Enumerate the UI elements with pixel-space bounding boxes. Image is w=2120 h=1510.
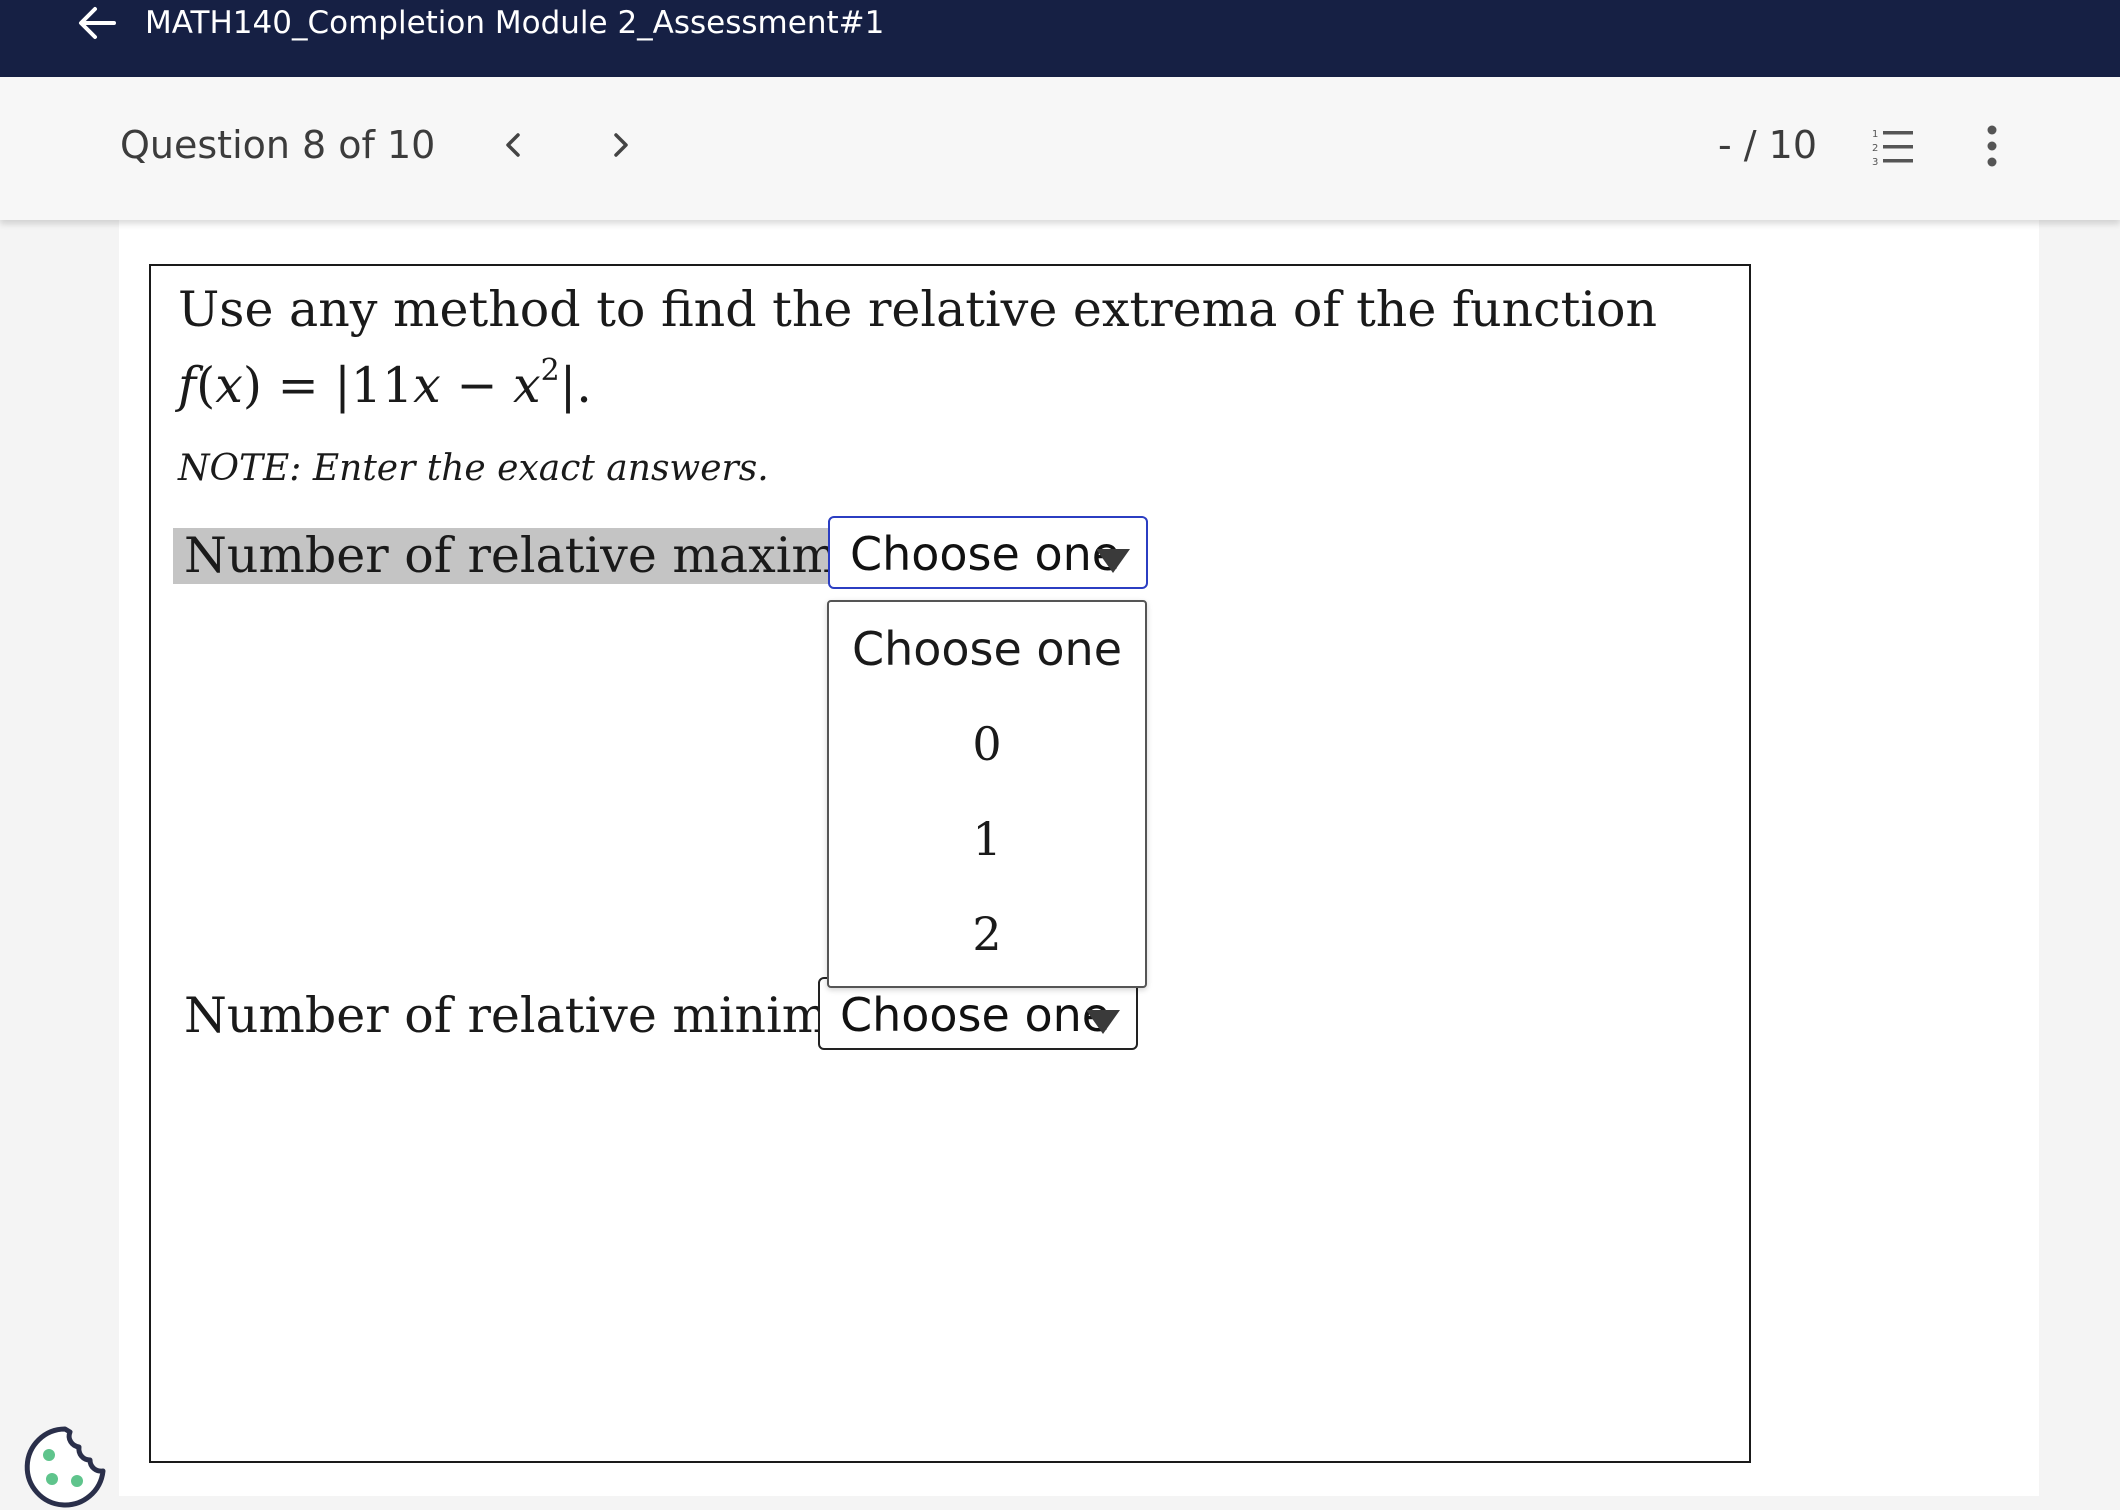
function-formula: f(x) = |11x − x2|. xyxy=(178,356,592,416)
formula-equals: = xyxy=(262,357,335,414)
question-frame: Use any method to find the relative extr… xyxy=(149,264,1751,1463)
question-counter: Question 8 of 10 xyxy=(120,123,436,167)
svg-text:1: 1 xyxy=(1872,129,1878,140)
formula-argument: x xyxy=(215,357,243,414)
caret-down-icon xyxy=(1096,549,1130,573)
numbered-list-icon: 1 2 3 xyxy=(1872,129,1913,167)
cookie-icon xyxy=(24,1426,106,1508)
chevron-right-icon xyxy=(614,133,628,157)
formula-open-paren: ( xyxy=(196,357,216,414)
arrow-left-icon xyxy=(79,7,116,39)
chevron-left-icon xyxy=(506,133,520,157)
dropdown-option[interactable]: 1 xyxy=(829,794,1145,884)
caret-down-icon xyxy=(1086,1010,1120,1034)
formula-abs-open: | xyxy=(334,357,351,414)
maxima-select[interactable]: Choose one xyxy=(828,516,1148,589)
more-options-button[interactable] xyxy=(1976,123,2008,169)
assessment-title: MATH140_Completion Module 2_Assessment#1 xyxy=(145,5,885,41)
formula-close-paren: ) xyxy=(242,357,263,414)
dropdown-option[interactable]: Choose one xyxy=(829,604,1145,694)
formula-period: . xyxy=(576,357,592,414)
answer-note: NOTE: Enter the exact answers. xyxy=(178,448,769,489)
formula-variable: x xyxy=(413,357,441,414)
formula-exponent: 2 xyxy=(540,353,560,388)
next-question-button[interactable] xyxy=(600,125,640,165)
more-vertical-icon xyxy=(1987,125,1997,167)
maxima-select-value: Choose one xyxy=(850,527,1121,581)
formula-function-name: f xyxy=(178,357,197,414)
dropdown-option[interactable]: 0 xyxy=(829,699,1145,789)
minima-select-value: Choose one xyxy=(840,988,1111,1042)
formula-coefficient: 11 xyxy=(350,357,414,414)
svg-text:2: 2 xyxy=(1872,143,1878,154)
question-nav-bar: Question 8 of 10 - / 10 1 2 3 xyxy=(0,77,2120,220)
previous-question-button[interactable] xyxy=(494,125,534,165)
svg-text:3: 3 xyxy=(1872,157,1878,167)
back-button[interactable] xyxy=(74,2,120,44)
formula-minus: − xyxy=(440,357,513,414)
formula-abs-close: | xyxy=(559,357,577,414)
score-display: - / 10 xyxy=(1718,123,1818,167)
top-header-bar: MATH140_Completion Module 2_Assessment#1 xyxy=(0,0,2120,77)
dropdown-option[interactable]: 2 xyxy=(829,889,1145,979)
maxima-dropdown-list: Choose one 0 1 2 xyxy=(827,600,1147,988)
minima-label: Number of relative minima: xyxy=(184,987,874,1044)
cookie-settings-button[interactable] xyxy=(22,1424,108,1510)
maxima-label: Number of relative maxima: xyxy=(173,528,895,584)
question-list-button[interactable]: 1 2 3 xyxy=(1870,127,1918,167)
formula-variable-squared: x xyxy=(512,357,541,414)
question-prompt: Use any method to find the relative extr… xyxy=(178,281,1658,338)
